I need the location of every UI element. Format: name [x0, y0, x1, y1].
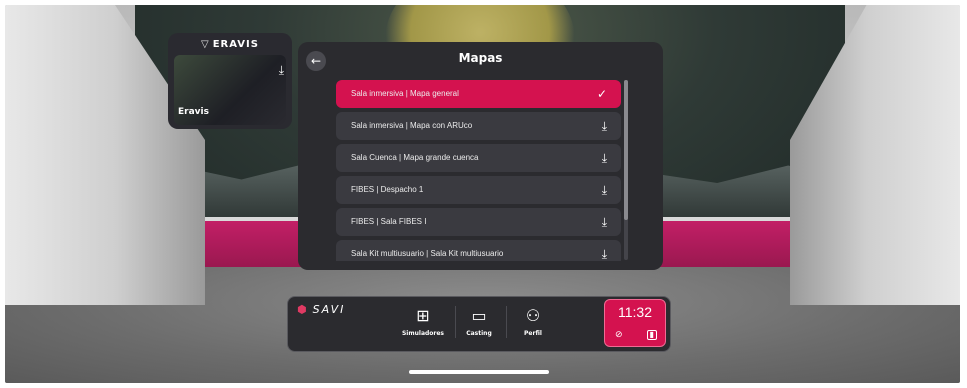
perfil-button[interactable]: ⚇ Perfil: [508, 306, 558, 337]
casting-label: Casting: [466, 330, 492, 337]
list-item[interactable]: FIBES | Despacho 1 ⤓: [336, 176, 621, 204]
savi-logo: ⬢ SAVI: [297, 303, 345, 316]
eravis-brand-text: ERAVIS: [212, 39, 259, 50]
list-item-label: Sala inmersiva | Mapa general: [351, 89, 459, 98]
scrollbar-thumb[interactable]: [624, 80, 628, 220]
download-icon[interactable]: ⤓: [279, 63, 284, 78]
list-item[interactable]: Sala Cuenca | Mapa grande cuenca ⤓: [336, 144, 621, 172]
clock-widget[interactable]: 11:32 ⊘ ▮: [604, 299, 666, 347]
wifi-off-icon: ⊘: [615, 330, 623, 340]
download-icon[interactable]: ⤓: [602, 176, 607, 204]
download-icon[interactable]: ⤓: [602, 240, 607, 261]
download-icon[interactable]: ⤓: [602, 112, 607, 140]
check-icon: ✓: [596, 87, 607, 101]
savi-logo-text: SAVI: [312, 303, 346, 316]
grid-icon: ⊞: [416, 306, 430, 325]
cast-icon: ▭: [471, 306, 487, 325]
list-item[interactable]: FIBES | Sala FIBES I ⤓: [336, 208, 621, 236]
list-item-label: Sala Cuenca | Mapa grande cuenca: [351, 153, 479, 162]
list-item[interactable]: Sala Kit multiusuario | Sala Kit multius…: [336, 240, 621, 261]
dock-divider: [506, 306, 507, 338]
home-indicator[interactable]: [409, 370, 549, 374]
list-item-label: FIBES | Despacho 1: [351, 185, 424, 194]
casting-button[interactable]: ▭ Casting: [454, 306, 504, 337]
eravis-brand: ▽ ERAVIS: [168, 39, 292, 50]
simuladores-button[interactable]: ⊞ Simuladores: [398, 306, 448, 337]
user-icon: ⚇: [525, 306, 541, 325]
list-item-label: FIBES | Sala FIBES I: [351, 217, 427, 226]
download-icon[interactable]: ⤓: [602, 144, 607, 172]
panel-title: Mapas: [458, 51, 503, 65]
perfil-label: Perfil: [524, 330, 542, 337]
list-item-label: Sala Kit multiusuario | Sala Kit multius…: [351, 249, 504, 258]
list-item[interactable]: Sala inmersiva | Mapa con ARUco ⤓: [336, 112, 621, 140]
simuladores-label: Simuladores: [401, 330, 445, 337]
list-item-label: Sala inmersiva | Mapa con ARUco: [351, 121, 473, 130]
clock-time: 11:32: [618, 304, 652, 320]
app-card-title: Eravis: [178, 107, 209, 117]
app-card-eravis[interactable]: ▽ ERAVIS ⤓ Eravis: [168, 33, 292, 129]
list-item[interactable]: Sala inmersiva | Mapa general ✓: [336, 80, 621, 108]
download-icon[interactable]: ⤓: [602, 208, 607, 236]
savi-logo-icon: ⬢: [297, 303, 309, 316]
eravis-logo-icon: ▽: [201, 39, 210, 50]
battery-icon: ▮: [646, 330, 657, 340]
maps-list[interactable]: Sala inmersiva | Mapa general ✓ Sala inm…: [336, 80, 621, 261]
